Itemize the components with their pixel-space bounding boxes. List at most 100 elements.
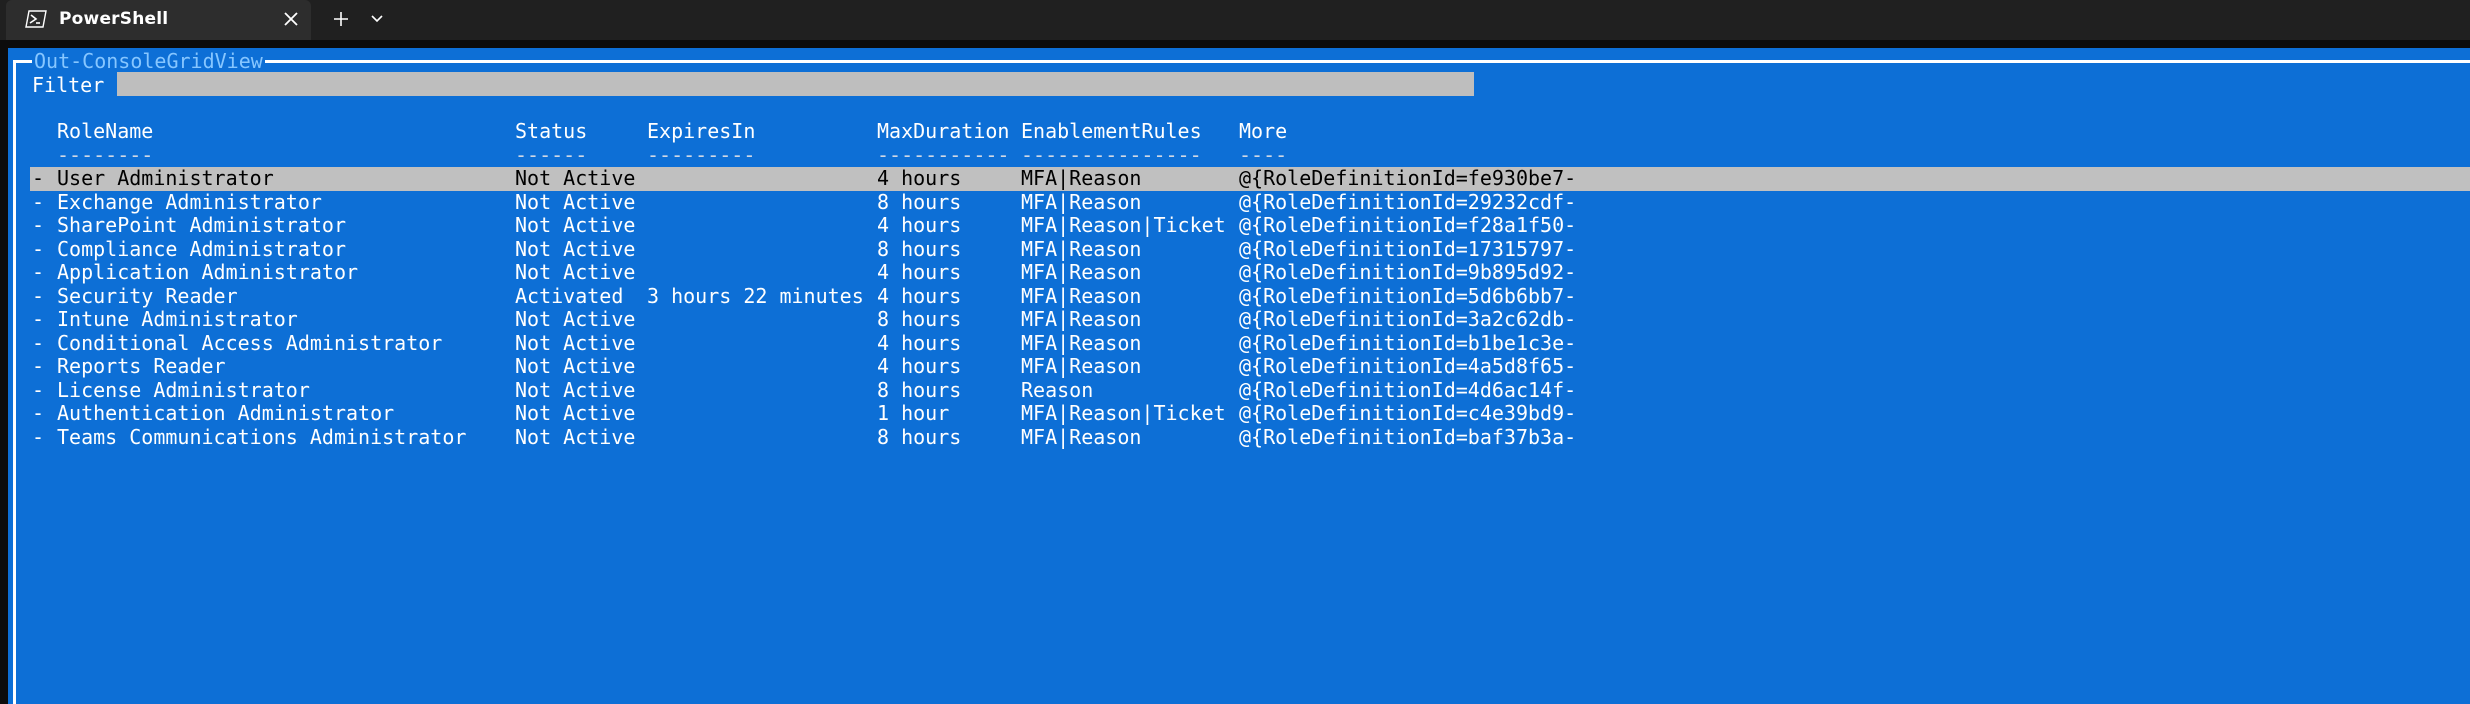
row-marker: - bbox=[32, 167, 45, 190]
column-underline-more: ---- bbox=[1239, 144, 1288, 167]
role-more: @{RoleDefinitionId=4d6ac14f- bbox=[1239, 378, 1577, 402]
role-enablement-rules: MFA|Reason bbox=[1021, 167, 1142, 190]
role-enablement-rules: MFA|Reason bbox=[1021, 190, 1142, 214]
role-status: Not Active bbox=[515, 378, 636, 402]
plus-icon[interactable] bbox=[331, 9, 351, 29]
close-icon[interactable] bbox=[281, 9, 301, 29]
role-enablement-rules: MFA|Reason bbox=[1021, 355, 1142, 378]
row-marker: - bbox=[32, 237, 45, 261]
role-more: @{RoleDefinitionId=5d6b6bb7- bbox=[1239, 284, 1577, 308]
column-header-maxduration[interactable]: MaxDuration bbox=[877, 120, 1021, 144]
role-max-duration: 8 hours bbox=[877, 190, 962, 214]
role-enablement-rules: MFA|Reason bbox=[1021, 425, 1142, 449]
column-header-status[interactable]: Status bbox=[515, 120, 643, 144]
role-max-duration: 8 hours bbox=[877, 308, 962, 331]
role-more: @{RoleDefinitionId=4a5d8f65- bbox=[1239, 355, 1577, 378]
role-more: @{RoleDefinitionId=17315797- bbox=[1239, 237, 1577, 261]
title-bar: PowerShell bbox=[0, 0, 2470, 40]
role-max-duration: 4 hours bbox=[877, 214, 962, 237]
table-row[interactable]: - Security Reader Activated 3 hours 22 m… bbox=[30, 285, 2470, 309]
row-marker: - bbox=[32, 402, 45, 425]
role-name: Security Reader bbox=[57, 284, 238, 308]
role-max-duration: 8 hours bbox=[877, 425, 962, 449]
row-marker: - bbox=[32, 214, 45, 237]
row-marker: - bbox=[32, 284, 45, 308]
row-marker: - bbox=[32, 331, 45, 355]
filter-input[interactable] bbox=[117, 72, 1474, 96]
frame-left-border bbox=[13, 60, 16, 704]
role-max-duration: 1 hour bbox=[877, 402, 950, 425]
role-enablement-rules: MFA|Reason bbox=[1021, 284, 1142, 308]
role-name: Authentication Administrator bbox=[57, 402, 395, 425]
table-row[interactable]: - User Administrator Not Active 4 hours … bbox=[30, 167, 2470, 191]
column-header-more[interactable]: More bbox=[1239, 120, 2470, 144]
column-underline-enablementrules: --------------- bbox=[1021, 144, 1202, 167]
role-name: Exchange Administrator bbox=[57, 190, 322, 214]
frame-top-border bbox=[13, 60, 2470, 63]
tab-powershell[interactable]: PowerShell bbox=[6, 0, 311, 40]
role-enablement-rules: Reason bbox=[1021, 378, 1094, 402]
role-name: SharePoint Administrator bbox=[57, 214, 346, 237]
powershell-icon bbox=[25, 10, 47, 32]
table-row[interactable]: - Authentication Administrator Not Activ… bbox=[30, 402, 2470, 426]
row-marker: - bbox=[32, 425, 45, 449]
column-header-enablementrules[interactable]: EnablementRules bbox=[1021, 120, 1237, 144]
column-underline-expiresin: --------- bbox=[647, 144, 756, 167]
table-row[interactable]: - Exchange Administrator Not Active 8 ho… bbox=[30, 191, 2470, 215]
role-enablement-rules: MFA|Reason|Ticket bbox=[1021, 214, 1226, 237]
role-status: Not Active bbox=[515, 214, 636, 237]
role-more: @{RoleDefinitionId=fe930be7- bbox=[1239, 167, 1577, 190]
role-more: @{RoleDefinitionId=f28a1f50- bbox=[1239, 214, 1577, 237]
table-row[interactable]: - Compliance Administrator Not Active 8 … bbox=[30, 238, 2470, 262]
table-row[interactable]: - Application Administrator Not Active 4… bbox=[30, 261, 2470, 285]
table-row[interactable]: - Conditional Access Administrator Not A… bbox=[30, 332, 2470, 356]
column-underline-status: ------ bbox=[515, 144, 588, 167]
role-max-duration: 8 hours bbox=[877, 378, 962, 402]
role-name: Conditional Access Administrator bbox=[57, 331, 443, 355]
column-header-expiresin[interactable]: ExpiresIn bbox=[647, 120, 875, 144]
row-marker: - bbox=[32, 355, 45, 378]
role-enablement-rules: MFA|Reason|Ticket bbox=[1021, 402, 1226, 425]
chevron-down-icon[interactable] bbox=[368, 11, 386, 27]
table-row[interactable]: - SharePoint Administrator Not Active 4 … bbox=[30, 214, 2470, 238]
column-underline-maxduration: ----------- bbox=[877, 144, 1010, 167]
role-status: Not Active bbox=[515, 402, 636, 425]
role-more: @{RoleDefinitionId=3a2c62db- bbox=[1239, 308, 1577, 331]
role-max-duration: 4 hours bbox=[877, 261, 962, 284]
role-more: @{RoleDefinitionId=b1be1c3e- bbox=[1239, 331, 1577, 355]
role-max-duration: 4 hours bbox=[877, 284, 962, 308]
grid-view-title: Out-ConsoleGridView bbox=[32, 49, 265, 73]
role-name: User Administrator bbox=[57, 167, 274, 190]
role-max-duration: 8 hours bbox=[877, 237, 962, 261]
role-status: Not Active bbox=[515, 331, 636, 355]
role-enablement-rules: MFA|Reason bbox=[1021, 331, 1142, 355]
role-more: @{RoleDefinitionId=baf37b3a- bbox=[1239, 425, 1577, 449]
role-max-duration: 4 hours bbox=[877, 331, 962, 355]
role-max-duration: 4 hours bbox=[877, 167, 962, 190]
role-more: @{RoleDefinitionId=29232cdf- bbox=[1239, 190, 1577, 214]
table-row[interactable]: - Reports Reader Not Active 4 hours MFA|… bbox=[30, 355, 2470, 379]
row-marker: - bbox=[32, 308, 45, 331]
role-enablement-rules: MFA|Reason bbox=[1021, 308, 1142, 331]
table-row[interactable]: - Teams Communications Administrator Not… bbox=[30, 426, 2470, 450]
role-status: Not Active bbox=[515, 261, 636, 284]
column-underline-rolename: -------- bbox=[57, 144, 154, 167]
filter-label: Filter bbox=[32, 73, 105, 97]
role-status: Not Active bbox=[515, 237, 636, 261]
column-header-rolename[interactable]: RoleName bbox=[57, 120, 512, 144]
role-status: Not Active bbox=[515, 355, 636, 378]
role-name: Teams Communications Administrator bbox=[57, 425, 467, 449]
role-status: Activated bbox=[515, 284, 624, 308]
table-row[interactable]: - Intune Administrator Not Active 8 hour… bbox=[30, 308, 2470, 332]
role-expires-in: 3 hours 22 minutes bbox=[647, 284, 864, 308]
row-marker: - bbox=[32, 378, 45, 402]
role-enablement-rules: MFA|Reason bbox=[1021, 261, 1142, 284]
role-name: Compliance Administrator bbox=[57, 237, 346, 261]
role-max-duration: 4 hours bbox=[877, 355, 962, 378]
table-row[interactable]: - License Administrator Not Active 8 hou… bbox=[30, 379, 2470, 403]
role-name: Application Administrator bbox=[57, 261, 359, 284]
role-status: Not Active bbox=[515, 167, 636, 190]
tab-title: PowerShell bbox=[59, 9, 169, 29]
row-marker: - bbox=[32, 190, 45, 214]
row-marker: - bbox=[32, 261, 45, 284]
